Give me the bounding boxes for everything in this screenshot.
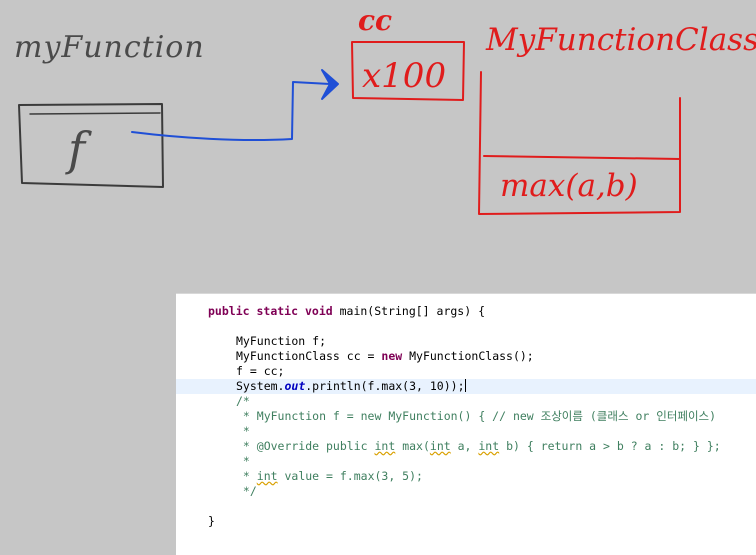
code-token: void [304,304,333,318]
class-object-divider [483,155,681,160]
code-line-declare-f: MyFunction f; [176,334,756,349]
code-token: b) { return a > b ? a : b; } }; [499,439,721,453]
code-token: f = cc; [236,364,285,378]
code-token: value = f.max(3, 5); [277,469,423,483]
code-token: int [374,439,396,453]
code-token: * [236,454,250,468]
code-token: int [256,469,278,483]
code-token: int [478,439,500,453]
code-token: * @Override public [236,439,375,453]
reference-variable-box [18,103,164,188]
code-token: max( [395,439,430,453]
code-comment-line: /* [176,394,756,409]
code-token: * MyFunction f = new MyFunction() { // n… [236,409,717,423]
code-token: new [381,349,403,363]
code-token: static [256,304,299,318]
code-token: * [236,424,250,438]
code-comment-line: * @Override public int max(int a, int b)… [176,439,756,454]
code-line-create-cc: MyFunctionClass cc = new MyFunctionClass… [176,349,756,364]
text-cursor [464,379,466,392]
code-comment-line: * [176,424,756,439]
code-token: main(String[] args) { [332,304,485,318]
code-token: /* [236,394,250,408]
f-variable-label: f [68,122,86,176]
code-comment-line: * [176,454,756,469]
code-token: out [284,379,306,393]
code-editor[interactable]: public static void main(String[] args) {… [176,293,756,555]
max-method-label: max(a,b) [500,168,638,204]
code-line-println: System.out.println(f.max(3, 10)); [176,379,756,394]
code-token: System. [236,379,285,393]
code-comment-line: */ [176,484,756,499]
code-line-closing-brace: } [176,514,756,529]
code-token: MyFunctionClass cc = [236,349,382,363]
code-comment-line: * int value = f.max(3, 5); [176,469,756,484]
address-label: x100 [362,56,447,96]
reference-variable-box-inner [29,112,161,115]
code-token: .println(f.max(3, 10)); [305,379,465,393]
code-token: } [208,514,215,528]
code-token: MyFunction f; [236,334,327,348]
code-token: int [429,439,451,453]
code-token: MyFunctionClass(); [402,349,534,363]
myfunction-label: myFunction [14,30,205,65]
code-token: public [208,304,250,318]
code-token: * [236,469,257,483]
code-comment-line: * MyFunction f = new MyFunction() { // n… [176,409,756,424]
cc-label: cc [358,4,393,37]
myfunctionclass-label: MyFunctionClass [486,22,756,58]
code-line-assign: f = cc; [176,364,756,379]
code-line-main-signature: public static void main(String[] args) { [176,304,756,319]
code-token: */ [236,484,257,498]
code-token: a, [450,439,479,453]
